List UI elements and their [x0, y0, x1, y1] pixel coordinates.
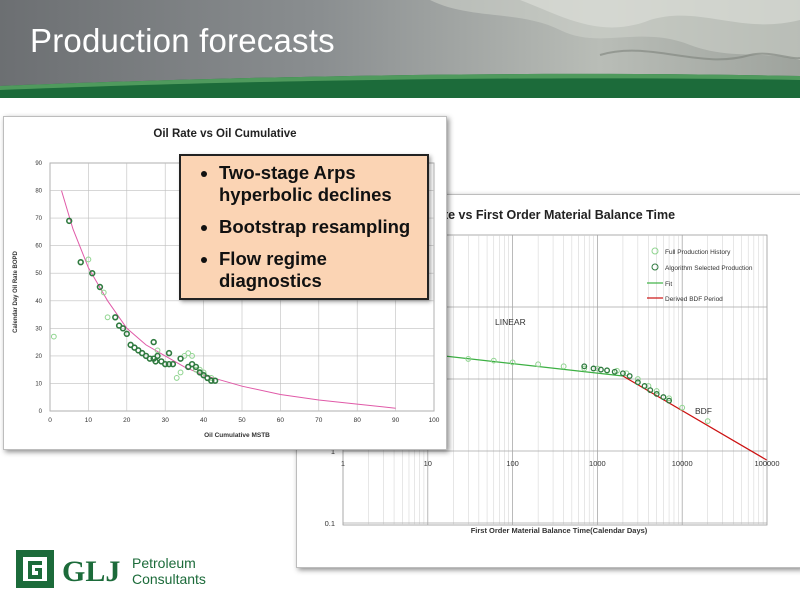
chart1-y-tick-label: 10: [35, 381, 42, 387]
chart2-x-tick-label: 1: [341, 459, 345, 468]
chart1-x-tick-label: 100: [429, 417, 440, 424]
chart1-x-tick-label: 70: [315, 417, 323, 424]
legend-label-bdf: Derived BDF Period: [665, 296, 723, 303]
chart1-y-tick-label: 80: [35, 189, 42, 195]
chart1-x-tick-label: 20: [123, 417, 131, 424]
logo-line-consultants: Consultants: [132, 571, 206, 587]
legend-label-fit: Fit: [665, 281, 672, 288]
chart1-x-tick-label: 50: [238, 417, 246, 424]
bullet-callout-box: Two-stage Arps hyperbolic declines Boots…: [179, 154, 429, 300]
chart1-y-axis-label: Calendar Day Oil Rate BOPD: [13, 250, 19, 332]
chart2-x-tick-label: 100: [506, 459, 519, 468]
logo-wordmark: GLJ: [62, 555, 120, 588]
legend-label-full-history: Full Production History: [665, 249, 731, 256]
chart1-x-axis-label: Oil Cumulative MSTB: [204, 432, 270, 439]
chart1-x-tick-label: 30: [162, 417, 170, 424]
chart2-x-tick-label: 10000: [672, 459, 693, 468]
chart1-x-tick-label: 80: [354, 417, 362, 424]
slide-title: Production forecasts: [30, 22, 335, 59]
chart1-y-tick-label: 30: [35, 326, 42, 332]
chart1-title: Oil Rate vs Oil Cumulative: [153, 128, 296, 140]
header-banner: Production forecasts: [0, 0, 800, 98]
chart1-x-tick-label: 0: [48, 417, 52, 424]
chart1-x-tick-label: 10: [85, 417, 93, 424]
glj-logo-graphic: GLJ Petroleum Consultants: [16, 550, 206, 588]
chart1-x-tick-label: 60: [277, 417, 285, 424]
bullet-item-arps: Two-stage Arps hyperbolic declines: [219, 162, 419, 206]
chart2-x-tick-label: 100000: [754, 459, 779, 468]
bullet-list: Two-stage Arps hyperbolic declines Boots…: [181, 156, 427, 292]
chart2-annotation-linear: LINEAR: [495, 317, 526, 327]
chart1-y-tick-label: 70: [35, 216, 42, 222]
chart1-x-tick-label: 40: [200, 417, 208, 424]
chart2-title: ate vs First Order Material Balance Time: [437, 208, 675, 222]
chart1-y-tick-label: 90: [35, 161, 42, 167]
chart1-y-tick-label: 20: [35, 354, 42, 360]
chart2-x-tick-label: 10: [424, 459, 432, 468]
bullet-item-flow-regime: Flow regime diagnostics: [219, 248, 419, 292]
chart2-y-tick-label: 0.1: [325, 519, 335, 528]
logo-line-petroleum: Petroleum: [132, 555, 196, 571]
chart1-x-tick-label: 90: [392, 417, 400, 424]
logo-mark-g: [28, 561, 42, 579]
glj-logo: GLJ Petroleum Consultants: [16, 548, 236, 592]
chart2-x-axis-label: First Order Material Balance Time(Calend…: [471, 526, 648, 535]
chart1-y-tick-label: 40: [35, 299, 42, 305]
chart1-y-tick-label: 0: [39, 409, 43, 415]
chart2-x-tick-label: 1000: [589, 459, 606, 468]
legend-label-selected: Algorithm Selected Production: [665, 265, 753, 272]
chart1-y-tick-label: 60: [35, 244, 42, 250]
bullet-item-bootstrap: Bootstrap resampling: [219, 216, 419, 238]
chart1-y-tick-label: 50: [35, 271, 42, 277]
chart2-annotation-bdf: BDF: [695, 406, 712, 416]
